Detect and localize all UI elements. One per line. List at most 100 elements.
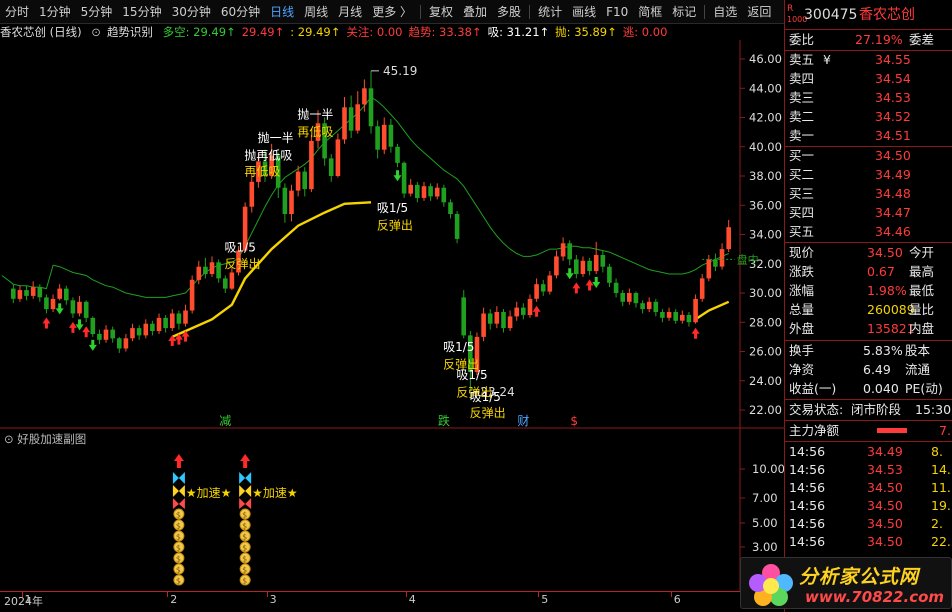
candle: [375, 126, 380, 150]
trade-price: 34.50: [867, 516, 903, 531]
stat-row: 换手 5.83% 股本: [785, 341, 952, 360]
candle: [567, 243, 572, 260]
date-axis-label: 2: [170, 593, 178, 606]
watermark-logo: 分析家公式网 www.70822.com: [740, 557, 952, 609]
candle: [726, 227, 731, 250]
accel-arrow-icon: [173, 454, 184, 468]
candle: [587, 260, 592, 271]
candle: [97, 333, 102, 340]
quote-label-2: 最高: [909, 264, 935, 279]
quote-value: 1.98%: [867, 283, 907, 298]
status-value: 闭市阶段: [851, 402, 902, 417]
candle: [713, 259, 718, 267]
quote-row: 涨幅 1.98% 最低: [785, 281, 952, 300]
date-axis-tick: [670, 592, 672, 597]
trade-row: 14:56 34.50 22.: [785, 532, 952, 551]
stat-value: 5.83%: [863, 343, 903, 358]
event-marker[interactable]: $: [570, 414, 578, 428]
candle: [136, 328, 142, 336]
kline-chart[interactable]: 46.0044.0042.0040.0038.0036.0034.0032.00…: [0, 0, 784, 612]
date-axis-label: 6: [673, 593, 681, 606]
event-marker[interactable]: 财: [517, 414, 529, 428]
netflow-value: 7.: [939, 423, 951, 438]
candle: [309, 140, 314, 190]
accel-arrow-icon: [240, 454, 251, 468]
candle: [461, 297, 466, 336]
candle: [421, 186, 427, 198]
ask-row: 卖四 34.54: [785, 69, 952, 88]
candle: [348, 107, 354, 131]
coin-glyph: $: [242, 522, 247, 531]
candle: [143, 323, 149, 336]
candle: [408, 184, 413, 194]
date-axis-tick: [266, 592, 268, 597]
candle: [607, 266, 612, 283]
ask-row: 卖二 34.52: [785, 107, 952, 126]
y-tick-label: 40.00: [749, 140, 782, 154]
candle: [428, 186, 433, 197]
buy-arrow-icon: [68, 321, 77, 333]
bid-row: 买三 34.48: [785, 184, 952, 203]
sub-toggle-icon[interactable]: ⊙: [4, 432, 14, 446]
y-tick-label: 30.00: [749, 286, 782, 300]
candle: [196, 266, 202, 280]
panel-header: R 1000 300475 香农芯创: [785, 4, 952, 28]
bid-label: 买四: [789, 205, 815, 220]
candle: [189, 279, 195, 311]
candle: [355, 104, 360, 131]
quote-label-2: 量比: [909, 302, 935, 317]
quote-label: 涨跌: [789, 264, 815, 279]
signal-annotation: 吸1/5: [377, 201, 408, 215]
candle: [401, 162, 407, 194]
netflow-row: 主力净额 7.: [785, 421, 952, 440]
trade-time: 14:56: [789, 534, 826, 549]
ask-label: 卖一: [789, 128, 815, 143]
event-marker[interactable]: 减: [219, 414, 231, 428]
candle: [282, 187, 288, 214]
signal-annotation: 45.19: [383, 64, 417, 78]
quote-value: 34.50: [867, 245, 903, 260]
trade-time: 14:56: [789, 516, 826, 531]
ask-label: 卖三: [789, 90, 815, 105]
quote-panel: R 1000 300475 香农芯创 委比 27.19% 委差 卖五 ¥34.55 卖四 34.54…: [784, 0, 952, 612]
trade-row: 14:56 34.50 19.: [785, 496, 952, 515]
low-buy-line-2: [694, 300, 730, 321]
stock-name[interactable]: 香农芯创: [859, 6, 915, 24]
date-axis-tick: [21, 592, 23, 597]
candle: [342, 107, 347, 140]
trade-price: 34.50: [867, 480, 903, 495]
candle: [673, 312, 678, 321]
buy-arrow-icon: [585, 279, 594, 291]
candle: [83, 301, 89, 318]
low-buy-line: [171, 201, 372, 338]
coin-glyph: $: [176, 522, 181, 531]
bid-price: 34.47: [875, 205, 911, 220]
coin-glyph: $: [176, 533, 181, 542]
coin-glyph: $: [242, 511, 247, 520]
sub-y-tick-label: 7.00: [752, 491, 778, 505]
ask-label: 卖二: [789, 109, 815, 124]
quote-value: 135821: [867, 321, 915, 336]
trade-row: 14:56 34.50 11.: [785, 478, 952, 497]
date-axis-label: 3: [269, 593, 277, 606]
coin-glyph: $: [242, 544, 247, 553]
candle: [44, 297, 49, 310]
ask-label: 卖五: [789, 52, 815, 67]
trend-line-lead: [1, 275, 14, 285]
bid-price: 34.48: [875, 186, 911, 201]
bid-row: 买五 34.46: [785, 222, 952, 241]
candle: [170, 313, 175, 329]
sub-y-tick-label: 10.00: [752, 462, 784, 476]
quote-row: 涨跌 0.67 最高: [785, 262, 952, 281]
candle: [289, 190, 294, 214]
trade-volume: 2.: [931, 516, 943, 531]
event-marker[interactable]: 跌: [438, 413, 450, 428]
candle: [501, 312, 506, 329]
stat-row: 净资 6.49 流通: [785, 360, 952, 379]
candle: [395, 146, 400, 163]
candle: [328, 158, 334, 176]
candle: [90, 317, 96, 334]
ask-price: 34.55: [875, 52, 911, 67]
buy-arrow-icon: [42, 317, 51, 329]
candle: [534, 284, 539, 299]
